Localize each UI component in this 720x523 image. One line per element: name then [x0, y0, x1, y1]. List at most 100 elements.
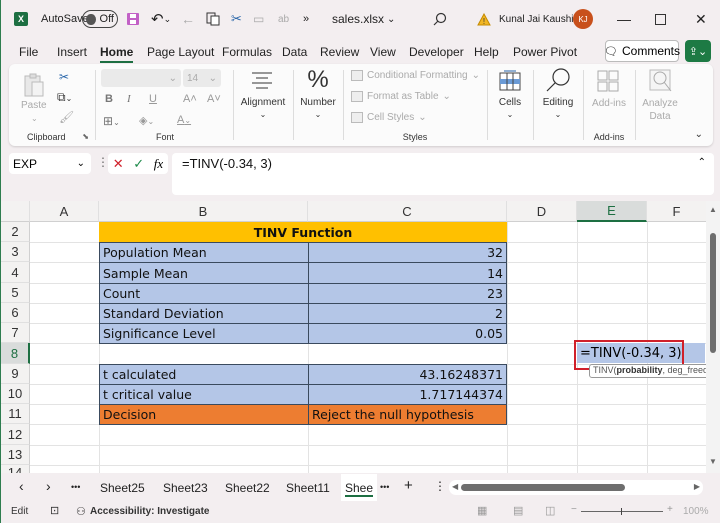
page-break-view-icon[interactable]: ◫	[545, 504, 555, 517]
column-header-c[interactable]: C	[308, 201, 507, 222]
label-cell-sample-mean[interactable]: Sample Mean	[99, 262, 309, 284]
column-header-b[interactable]: B	[99, 201, 308, 222]
cell-styles-button[interactable]: Cell Styles ⌄	[351, 112, 427, 123]
user-name[interactable]: Kunal Jai Kaushik	[499, 0, 579, 38]
tab-home[interactable]: Home	[100, 45, 134, 63]
row-header-13[interactable]: 13	[1, 445, 30, 465]
row-header-4[interactable]: 4	[1, 262, 30, 283]
tab-help[interactable]: Help	[474, 45, 499, 59]
grow-font-button[interactable]: A˄	[183, 93, 197, 105]
comments-button[interactable]: 🗨 Comments	[604, 40, 680, 62]
label-cell-significance-level[interactable]: Significance Level	[99, 323, 309, 344]
row-header-3[interactable]: 3	[1, 242, 30, 262]
label-cell-t-calculated[interactable]: t calculated	[99, 364, 309, 385]
row-header-7[interactable]: 7	[1, 323, 30, 343]
label-cell-count[interactable]: Count	[99, 283, 309, 304]
alignment-group[interactable]: Alignment ⌄	[235, 64, 291, 146]
borders-icon[interactable]: ⊞⌄	[103, 114, 120, 128]
tab-insert[interactable]: Insert	[57, 45, 87, 59]
zoom-slider-thumb[interactable]	[621, 508, 622, 515]
italic-button[interactable]: I	[127, 93, 131, 105]
tooltip-arg-probability[interactable]: probability	[617, 365, 663, 375]
format-icon[interactable]: ▭	[253, 0, 264, 38]
formula-input[interactable]: =TINV(-0.34, 3) ⌃	[172, 153, 714, 195]
share-button[interactable]: ⇪⌄	[685, 40, 711, 62]
save-icon[interactable]	[126, 0, 140, 38]
font-name-select[interactable]: ⌄	[101, 69, 181, 87]
addins-icon[interactable]	[597, 70, 619, 95]
horizontal-scroll-thumb[interactable]	[461, 484, 625, 491]
column-header-d[interactable]: D	[507, 201, 577, 222]
enter-icon[interactable]: ✓	[133, 156, 144, 172]
tab-power-pivot[interactable]: Power Pivot	[513, 45, 577, 59]
row-header-10[interactable]: 10	[1, 384, 30, 404]
addins-button[interactable]: Add-ins	[585, 98, 633, 109]
insert-function-icon[interactable]: fx	[154, 156, 163, 172]
zoom-out-button[interactable]: −	[571, 504, 577, 515]
sheet-tab-active[interactable]: Shee	[341, 474, 378, 501]
name-box[interactable]: EXP ⌄	[9, 153, 91, 174]
page-layout-view-icon[interactable]: ▤	[513, 504, 523, 517]
underline-button[interactable]: U	[149, 93, 157, 105]
column-header-e[interactable]: E	[577, 201, 647, 222]
column-header-f[interactable]: F	[647, 201, 707, 222]
font-color-icon[interactable]: A⌄	[177, 114, 191, 126]
value-cell-t-critical[interactable]: 1.717144374	[308, 384, 507, 405]
vertical-scrollbar[interactable]: ▲ ▼	[706, 201, 720, 473]
cut-icon[interactable]: ✂	[231, 0, 242, 38]
spelling-icon[interactable]: ab	[278, 0, 289, 38]
copy-icon[interactable]	[206, 0, 220, 38]
number-group[interactable]: % Number ⌄	[295, 64, 341, 146]
undo-icon[interactable]: ↶ ⌄	[151, 0, 171, 38]
row-header-9[interactable]: 9	[1, 364, 30, 384]
normal-view-icon[interactable]: ▦	[477, 504, 487, 517]
tab-file[interactable]: File	[19, 45, 38, 59]
value-cell-count[interactable]: 23	[308, 283, 507, 304]
bold-button[interactable]: B	[105, 93, 113, 105]
paste-button[interactable]: Paste	[21, 100, 47, 111]
analyze-data-group[interactable]: Analyze Data	[637, 64, 683, 146]
scroll-left-icon[interactable]: ◀	[452, 482, 458, 491]
tab-formulas[interactable]: Formulas	[222, 45, 272, 59]
search-icon[interactable]	[433, 0, 447, 38]
scroll-down-icon[interactable]: ▼	[709, 457, 717, 466]
filename[interactable]: sales.xlsx ⌄	[332, 0, 395, 38]
value-cell-sample-mean[interactable]: 14	[308, 262, 507, 284]
label-cell-t-critical[interactable]: t critical value	[99, 384, 309, 405]
warning-icon[interactable]: !	[477, 0, 491, 38]
cancel-icon[interactable]: ✕	[113, 156, 124, 172]
label-cell-population-mean[interactable]: Population Mean	[99, 242, 309, 263]
label-cell-decision[interactable]: Decision	[99, 404, 309, 425]
zoom-slider[interactable]	[581, 508, 663, 515]
zoom-level[interactable]: 100%	[683, 506, 709, 517]
sheet-tab-sheet23[interactable]: Sheet23	[163, 481, 208, 495]
scroll-up-icon[interactable]: ▲	[709, 205, 717, 214]
tab-view[interactable]: View	[370, 45, 396, 59]
row-header-11[interactable]: 11	[1, 404, 30, 424]
column-header-a[interactable]: A	[30, 201, 99, 222]
vertical-scroll-thumb[interactable]	[710, 233, 716, 353]
table-title-cell[interactable]: TINV Function	[99, 222, 507, 242]
close-icon[interactable]: ✕	[695, 0, 707, 38]
more-commands-button[interactable]: »	[303, 0, 309, 38]
value-cell-significance-level[interactable]: 0.05	[308, 323, 507, 344]
minimize-icon[interactable]: —	[617, 0, 631, 38]
autosave-toggle[interactable]: Off	[82, 0, 118, 38]
add-sheet-button[interactable]: +	[404, 477, 413, 494]
value-cell-standard-deviation[interactable]: 2	[308, 303, 507, 324]
editing-group[interactable]: Editing ⌄	[535, 64, 581, 146]
splitter-handle-icon[interactable]: ⋮	[434, 479, 446, 493]
sheet-tab-sheet11[interactable]: Sheet11	[286, 481, 330, 495]
horizontal-scrollbar[interactable]: ◀ ▶	[449, 480, 703, 495]
row-header-2[interactable]: 2	[1, 222, 30, 242]
zoom-in-button[interactable]: +	[667, 504, 673, 515]
fill-color-icon[interactable]: ◈⌄	[139, 114, 154, 127]
macro-recording-icon[interactable]: ⊡	[50, 504, 59, 517]
redo-icon[interactable]: ←	[181, 0, 195, 38]
shrink-font-button[interactable]: A˅	[207, 93, 221, 105]
scroll-right-icon[interactable]: ▶	[694, 482, 700, 491]
copy-icon[interactable]: ⧉⌄	[57, 90, 72, 105]
value-cell-t-calculated[interactable]: 43.16248371	[308, 364, 507, 385]
spreadsheet-grid[interactable]: A B C D E F 2 3 4 5 6 7 8 9 10 11 12 13 …	[1, 201, 707, 473]
avatar[interactable]: KJ	[573, 0, 593, 38]
